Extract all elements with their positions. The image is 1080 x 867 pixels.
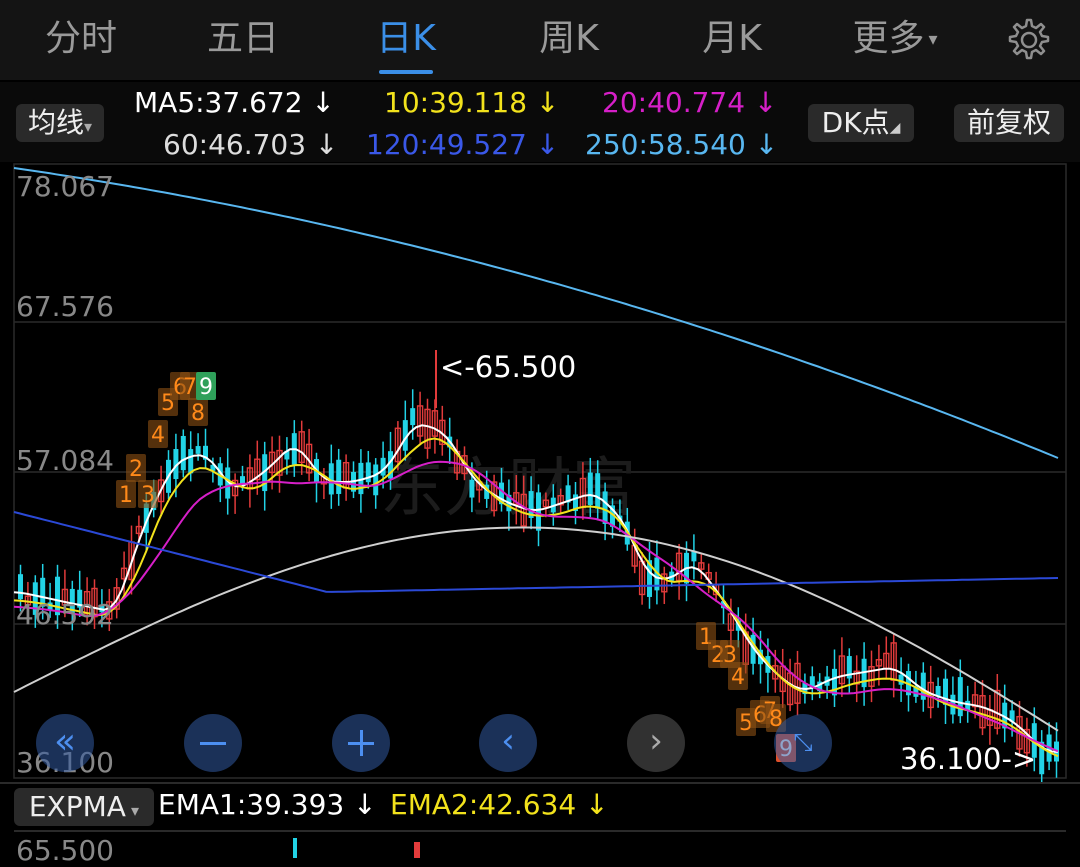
- candle-body: [832, 668, 837, 696]
- candle-body: [180, 435, 186, 471]
- ma-legend-bar: 均线▾ MA5:37.672 ↓ 10:39.118 ↓ 20:40.774 ↓…: [0, 82, 1080, 162]
- low-price-annotation: 36.100->: [900, 742, 1037, 776]
- ema1-value: EMA1:39.393 ↓: [158, 788, 377, 821]
- ma120-value: 120:49.527 ↓: [366, 128, 560, 161]
- ma5-value: MA5:37.672 ↓: [134, 86, 335, 119]
- candle-body: [587, 472, 593, 506]
- indicator-panel: EXPMA ▾ EMA1:39.393 ↓ EMA2:42.634 ↓ 65.5…: [0, 782, 1080, 867]
- sequence-marker-label: 4: [151, 423, 165, 448]
- ema2-value: EMA2:42.634 ↓: [390, 788, 609, 821]
- tab-intraday[interactable]: 分时: [6, 14, 156, 64]
- ma20-value: 20:40.774 ↓: [602, 86, 778, 119]
- kline-chart[interactable]: 东方财富 123456789123456789 78.067 67.576 57…: [0, 162, 1080, 782]
- sequence-marker-label: 7: [183, 375, 197, 400]
- candle-body: [410, 408, 416, 426]
- period-tab-bar: 分时 五日 日K 周K 月K 更多 ▾: [0, 0, 1080, 80]
- candle-body: [957, 677, 963, 717]
- sequence-marker-label: 4: [731, 665, 745, 690]
- minus-icon: [200, 742, 226, 745]
- candle-body: [602, 491, 608, 524]
- indicator-y-label: 65.500: [16, 834, 114, 867]
- candle-body: [469, 479, 475, 498]
- double-left-icon[interactable]: «: [36, 714, 94, 772]
- ma-toggle-button[interactable]: 均线▾: [16, 104, 104, 142]
- active-tab-indicator: [379, 70, 433, 74]
- candle-body: [195, 446, 201, 454]
- ma60-value: 60:46.703 ↓: [163, 128, 339, 161]
- y-axis-label: 67.576: [16, 290, 114, 323]
- high-price-annotation: <-65.500: [440, 350, 577, 384]
- candle-body: [365, 462, 371, 483]
- tab-daily-k[interactable]: 日K: [331, 14, 481, 64]
- indicator-select[interactable]: EXPMA ▾: [14, 788, 154, 826]
- tab-five-day[interactable]: 五日: [168, 14, 318, 64]
- caret-down-icon: ▾: [125, 801, 140, 820]
- divider: [0, 782, 1080, 784]
- ma-toggle-label: 均线: [27, 106, 84, 139]
- caret-down-icon: ▾: [928, 29, 938, 50]
- zoom-in-button[interactable]: [332, 714, 390, 772]
- dk-point-button[interactable]: DK点◢: [808, 104, 914, 142]
- right-icon[interactable]: ›: [627, 714, 685, 772]
- candle-body: [373, 464, 379, 496]
- corner-triangle-icon: ◢: [889, 120, 901, 136]
- candle-body: [536, 492, 541, 531]
- candle-body: [18, 574, 23, 600]
- kline-canvas: 东方财富 123456789123456789: [13, 163, 1067, 782]
- candlesticks: [18, 389, 1059, 782]
- sequence-marker-label: 2: [129, 457, 143, 482]
- sequence-marker-label: 1: [119, 483, 133, 508]
- indicator-bar: [293, 838, 297, 858]
- forward-adjust-button[interactable]: 前复权: [954, 104, 1064, 142]
- y-axis-label: 57.084: [16, 444, 114, 477]
- zoom-out-button[interactable]: [184, 714, 242, 772]
- plus-icon-v: [360, 730, 363, 756]
- gear-icon[interactable]: [1005, 16, 1053, 64]
- y-axis-label: 46.592: [16, 598, 114, 631]
- ma10-value: 10:39.118 ↓: [384, 86, 560, 119]
- caret-down-icon: ▾: [83, 117, 93, 136]
- sequence-marker-label: 8: [191, 401, 205, 426]
- tab-more[interactable]: 更多 ▾: [820, 14, 970, 64]
- candle-body: [898, 674, 904, 685]
- ma250-value: 250:58.540 ↓: [585, 128, 779, 161]
- tab-weekly-k[interactable]: 周K: [494, 14, 644, 64]
- candle-body: [336, 459, 342, 494]
- candle-body: [595, 473, 601, 509]
- dk-point-label: DK点: [821, 106, 890, 139]
- left-icon[interactable]: ‹: [479, 714, 537, 772]
- tab-more-label: 更多: [852, 18, 925, 59]
- y-axis-label-top: 78.067: [16, 170, 114, 203]
- subchart-frame-top: [14, 830, 1066, 832]
- candle-body: [188, 449, 194, 474]
- fullscreen-icon[interactable]: ⤡: [774, 714, 832, 772]
- sequence-marker-label: 9: [199, 375, 213, 400]
- tab-monthly-k[interactable]: 月K: [657, 14, 807, 64]
- sequence-marker-label: 3: [141, 483, 155, 508]
- indicator-select-label: EXPMA: [28, 790, 126, 823]
